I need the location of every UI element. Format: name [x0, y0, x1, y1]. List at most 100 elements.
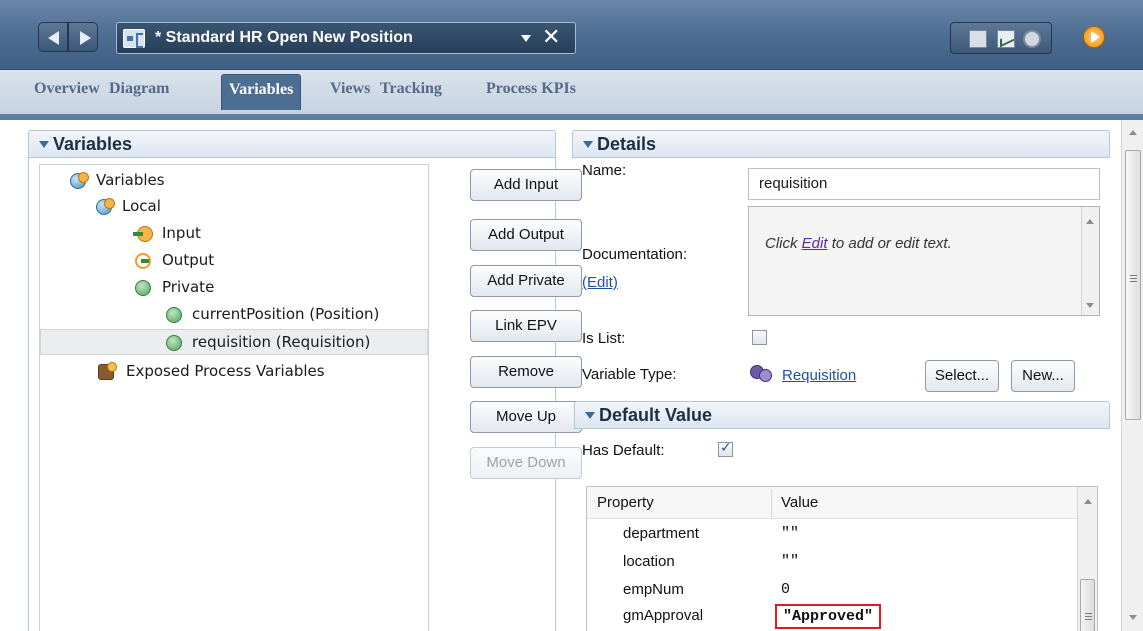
- tab-tracking[interactable]: Tracking: [380, 80, 442, 98]
- add-input-button[interactable]: Add Input: [470, 169, 582, 201]
- output-variable-icon: [135, 253, 151, 269]
- property-name: empNum: [623, 581, 684, 598]
- tree-item-private[interactable]: Private: [40, 275, 428, 301]
- close-icon[interactable]: ✕: [542, 25, 560, 51]
- play-icon: [1083, 26, 1105, 48]
- property-name: department: [623, 525, 699, 542]
- name-field[interactable]: requisition: [748, 168, 1100, 200]
- tree-item-current-position[interactable]: currentPosition (Position): [40, 302, 428, 328]
- default-value-grid: Property Value department "" location ""…: [586, 486, 1098, 631]
- has-default-label: Has Default:: [582, 442, 665, 459]
- scroll-down-icon: [1129, 615, 1137, 620]
- input-variable-icon: [133, 226, 153, 242]
- back-button[interactable]: [38, 22, 68, 52]
- documentation-label: Documentation:: [582, 246, 688, 263]
- move-up-button[interactable]: Move Up: [470, 401, 582, 433]
- editor-tab-title: * Standard HR Open New Position: [155, 29, 413, 46]
- grid-scroll-thumb[interactable]: [1080, 579, 1095, 631]
- variables-icon: [70, 172, 89, 189]
- editor-tab[interactable]: * Standard HR Open New Position ✕: [116, 22, 576, 54]
- variables-section-header[interactable]: Variables: [28, 130, 556, 158]
- variable-type-link[interactable]: Requisition: [782, 367, 856, 384]
- tree-item-local[interactable]: Local: [40, 194, 428, 220]
- tree-item-input[interactable]: Input: [40, 221, 428, 247]
- grip-line: [1085, 619, 1092, 620]
- private-variable-icon: [166, 307, 182, 323]
- documentation-box[interactable]: Click Edit to add or edit text.: [748, 206, 1100, 316]
- has-default-checkbox[interactable]: [718, 440, 733, 457]
- tab-process-kpis[interactable]: Process KPIs: [486, 80, 576, 98]
- tab-views[interactable]: Views: [330, 80, 370, 98]
- grid-row-gmapproval[interactable]: gmApproval "Approved": [587, 603, 1077, 631]
- snapshot-icon[interactable]: [969, 30, 987, 48]
- private-variable-icon: [135, 280, 151, 296]
- documentation-edit-link[interactable]: (Edit): [582, 274, 618, 291]
- is-list-checkbox[interactable]: [752, 330, 767, 345]
- tab-overview[interactable]: Overview: [34, 80, 100, 98]
- grip-line: [1085, 616, 1092, 617]
- tree-item-label: Local: [122, 197, 161, 215]
- grid-row-location[interactable]: location "": [587, 549, 1077, 577]
- property-value[interactable]: "": [781, 553, 799, 570]
- page-scroll-thumb[interactable]: [1125, 150, 1141, 420]
- variables-section: Variables Local Input Output Private cur…: [28, 158, 582, 631]
- select-type-button[interactable]: Select...: [925, 360, 999, 392]
- tree-item-label: Input: [162, 224, 201, 242]
- details-section-header[interactable]: Details: [572, 130, 1110, 158]
- tree-item-label: requisition (Requisition): [192, 333, 371, 351]
- details-section: Name: requisition Documentation: (Edit) …: [572, 158, 1110, 631]
- documentation-scrollbar[interactable]: [1081, 207, 1099, 315]
- process-icon: [123, 29, 145, 48]
- forward-arrow-icon: [80, 31, 91, 45]
- property-name: gmApproval: [623, 607, 704, 624]
- collapse-icon: [585, 412, 595, 419]
- documentation-hint-suffix: to add or edit text.: [827, 235, 952, 252]
- grid-scrollbar[interactable]: [1077, 487, 1097, 631]
- column-separator[interactable]: [771, 489, 772, 517]
- grip-line: [1085, 613, 1092, 614]
- link-epv-button[interactable]: Link EPV: [470, 310, 582, 342]
- scroll-up-icon: [1086, 219, 1094, 224]
- chart-icon[interactable]: [997, 30, 1015, 48]
- property-column-header: Property: [597, 494, 654, 511]
- value-column-header: Value: [781, 494, 819, 511]
- new-type-button[interactable]: New...: [1011, 360, 1075, 392]
- grid-row-department[interactable]: department "": [587, 521, 1077, 549]
- property-name: location: [623, 553, 675, 570]
- scroll-up-icon: [1084, 499, 1092, 504]
- add-output-button[interactable]: Add Output: [470, 219, 582, 251]
- grid-row-empnum[interactable]: empNum 0: [587, 577, 1077, 605]
- chevron-down-icon[interactable]: [521, 35, 531, 42]
- tree-item-requisition[interactable]: requisition (Requisition): [40, 329, 428, 355]
- grid-header: Property Value: [587, 487, 1097, 519]
- name-label: Name:: [582, 162, 627, 179]
- property-value[interactable]: "": [781, 525, 799, 542]
- back-arrow-icon: [48, 31, 59, 45]
- forward-button[interactable]: [68, 22, 98, 52]
- property-value-highlighted[interactable]: "Approved": [775, 604, 882, 629]
- grip-line: [1130, 278, 1137, 279]
- remove-button[interactable]: Remove: [470, 356, 582, 388]
- property-value[interactable]: 0: [781, 581, 790, 598]
- variable-type-label: Variable Type:: [582, 366, 677, 383]
- variables-icon: [96, 198, 115, 215]
- documentation-hint-prefix: Click: [765, 235, 802, 252]
- variables-editor: Variables Variables Local Input Output P…: [0, 120, 1143, 631]
- default-value-section-header[interactable]: Default Value: [574, 401, 1110, 429]
- variables-section-title: Variables: [53, 134, 133, 154]
- debug-icon[interactable]: [1023, 30, 1041, 48]
- tab-variables[interactable]: Variables: [221, 74, 302, 110]
- tree-item-label: Output: [162, 251, 215, 269]
- details-section-title: Details: [597, 134, 657, 154]
- editor-tabs: Overview Diagram Variables Views Trackin…: [0, 70, 1143, 120]
- run-button[interactable]: [1081, 22, 1109, 52]
- page-scrollbar[interactable]: [1121, 120, 1143, 631]
- tab-diagram[interactable]: Diagram: [109, 80, 169, 98]
- tree-item-label: Variables: [96, 171, 165, 189]
- tree-item-variables[interactable]: Variables: [40, 168, 428, 194]
- grip-line: [1130, 281, 1137, 282]
- documentation-hint-edit-link[interactable]: Edit: [802, 235, 828, 252]
- add-private-button[interactable]: Add Private: [470, 265, 582, 297]
- tree-item-exposed-process-variables[interactable]: Exposed Process Variables: [40, 359, 428, 385]
- tree-item-output[interactable]: Output: [40, 248, 428, 274]
